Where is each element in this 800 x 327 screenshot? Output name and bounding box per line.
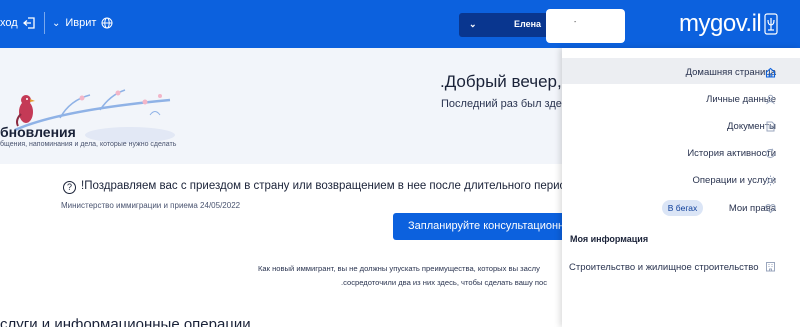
- notice-source: Министерство иммиграции и приема 24/05/2…: [61, 201, 241, 210]
- notice-message: ? !Поздравляем вас с приездом в страну ил…: [63, 180, 615, 194]
- exit-button[interactable]: ход: [0, 12, 45, 34]
- status-badge: В бегах: [662, 200, 703, 216]
- services-icon: [765, 175, 776, 186]
- building-icon: [766, 262, 775, 272]
- exit-label: ход: [0, 17, 18, 29]
- immigrant-text-line-2: .сосредоточили два из них здесь, чтобы с…: [341, 278, 548, 287]
- schedule-consultation-button[interactable]: Запланируйте консультационную в: [393, 213, 568, 240]
- sidebar-item-construction[interactable]: Строительство и жилищное строительство: [569, 262, 759, 273]
- question-circle-icon: ?: [63, 181, 76, 194]
- sidebar-item-activity-history[interactable]: История активности: [687, 148, 776, 159]
- heart-icon: [765, 204, 776, 214]
- updates-title: бновления: [0, 124, 76, 140]
- mygov-logo[interactable]: mygov.il: [679, 10, 778, 38]
- globe-icon: [101, 17, 113, 29]
- logout-icon: [22, 17, 35, 29]
- services-title: слуги и информационные операции: [0, 316, 251, 327]
- sidebar-item-home[interactable]: Домашняя страница: [686, 67, 776, 78]
- redacted-area: [546, 9, 625, 43]
- menorah-seal-icon: [764, 13, 778, 35]
- side-navigation: [562, 48, 800, 327]
- redacted-mark: -: [574, 19, 577, 26]
- document-icon: [766, 121, 775, 132]
- chevron-down-icon: ⌄: [52, 17, 61, 29]
- logo-text: mygov.il: [679, 10, 762, 37]
- language-label: Иврит: [65, 17, 97, 29]
- history-icon: [766, 148, 775, 158]
- my-information-heading: Моя информация: [570, 234, 649, 244]
- user-name: Елена: [514, 19, 542, 29]
- sidebar-item-services[interactable]: Операции и услуги: [693, 175, 776, 186]
- home-icon: [765, 67, 776, 78]
- greeting-title: .Добрый вечер, ,: [440, 72, 572, 91]
- top-header: ход ⌄ Иврит ⌄ Елена - mygov.il: [0, 0, 800, 48]
- language-selector[interactable]: ⌄ Иврит: [52, 12, 113, 34]
- notice-text: !Поздравляем вас с приездом в страну или…: [81, 180, 616, 192]
- chevron-down-icon: ⌄: [469, 19, 477, 29]
- immigrant-text-line-1: Как новый иммигрант, вы не должны упуска…: [258, 264, 540, 273]
- last-login-text: Последний раз был здесь: [441, 98, 574, 110]
- updates-subtitle: бщения, напоминания и дела, которые нужн…: [0, 141, 177, 148]
- person-icon: [766, 94, 775, 105]
